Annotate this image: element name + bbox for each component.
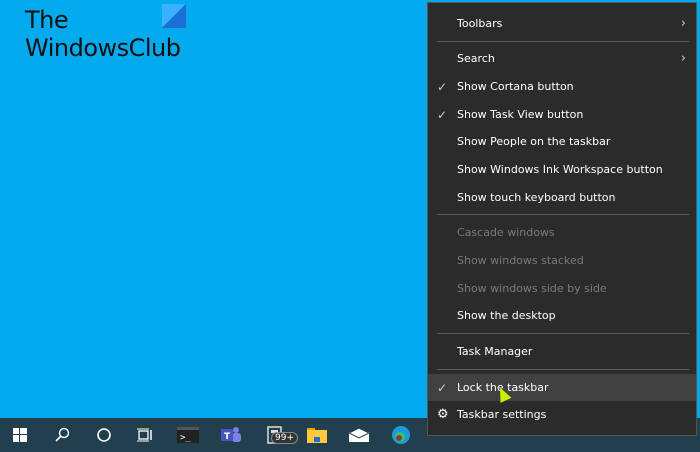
- teams-icon[interactable]: T: [211, 418, 251, 452]
- menu-item-show-cortana[interactable]: ✓ Show Cortana button: [428, 73, 696, 100]
- gear-icon: ⚙: [437, 407, 449, 422]
- mail-icon[interactable]: [339, 418, 379, 452]
- menu-item-show-ink[interactable]: Show Windows Ink Workspace button: [428, 156, 696, 183]
- menu-item-toolbars[interactable]: Toolbars ›: [428, 10, 696, 37]
- windows-start-icon[interactable]: [0, 418, 40, 452]
- separator: [437, 369, 689, 370]
- menu-item-taskbar-settings[interactable]: ⚙ Taskbar settings: [428, 401, 696, 428]
- taskbar-context-menu: Toolbars › Search › ✓ Show Cortana button ✓…: [427, 2, 697, 436]
- label: Search: [457, 52, 495, 65]
- svg-text:>_: >_: [180, 433, 191, 443]
- check-icon: ✓: [437, 107, 448, 122]
- label: Toolbars: [457, 17, 503, 30]
- menu-item-side-by-side: Show windows side by side: [428, 275, 696, 302]
- menu-item-task-manager[interactable]: Task Manager: [428, 338, 696, 365]
- menu-item-show-desktop[interactable]: Show the desktop: [428, 302, 696, 329]
- menu-item-show-people[interactable]: Show People on the taskbar: [428, 128, 696, 155]
- label: Show touch keyboard button: [457, 191, 616, 204]
- label: Show Windows Ink Workspace button: [457, 163, 663, 176]
- separator: [437, 333, 689, 334]
- menu-item-lock-taskbar[interactable]: ✓ Lock the taskbar: [428, 374, 696, 401]
- menu-item-search[interactable]: Search ›: [428, 45, 696, 72]
- windows-logo-icon: [162, 4, 186, 28]
- cortana-icon[interactable]: [84, 418, 124, 452]
- label: Cascade windows: [457, 226, 555, 239]
- watermark-logo: The WindowsClub: [25, 6, 181, 62]
- terminal-icon[interactable]: >_: [168, 418, 208, 452]
- label: Show Cortana button: [457, 80, 574, 93]
- search-icon[interactable]: [42, 418, 82, 452]
- label: Show the desktop: [457, 309, 556, 322]
- label: Show People on the taskbar: [457, 135, 611, 148]
- check-icon: ✓: [437, 380, 448, 395]
- label: Show Task View button: [457, 108, 584, 121]
- svg-text:T: T: [224, 432, 231, 442]
- menu-item-cascade: Cascade windows: [428, 219, 696, 246]
- check-icon: ✓: [437, 79, 448, 94]
- chevron-right-icon: ›: [680, 16, 686, 31]
- logo-line1: The: [25, 6, 69, 34]
- label: Show windows side by side: [457, 282, 607, 295]
- label: Show windows stacked: [457, 254, 584, 267]
- label: Taskbar settings: [457, 408, 547, 421]
- task-view-icon[interactable]: [125, 418, 165, 452]
- file-explorer-icon[interactable]: [297, 418, 337, 452]
- edge-icon[interactable]: [381, 418, 421, 452]
- menu-item-stacked: Show windows stacked: [428, 247, 696, 274]
- menu-item-show-touch-keyboard[interactable]: Show touch keyboard button: [428, 184, 696, 211]
- separator: [437, 41, 689, 42]
- chevron-right-icon: ›: [680, 51, 686, 66]
- logo-line2: WindowsClub: [25, 34, 181, 62]
- notification-badge: 99+: [271, 432, 298, 444]
- label: Task Manager: [457, 345, 533, 358]
- menu-item-show-task-view[interactable]: ✓ Show Task View button: [428, 101, 696, 128]
- separator: [437, 214, 689, 215]
